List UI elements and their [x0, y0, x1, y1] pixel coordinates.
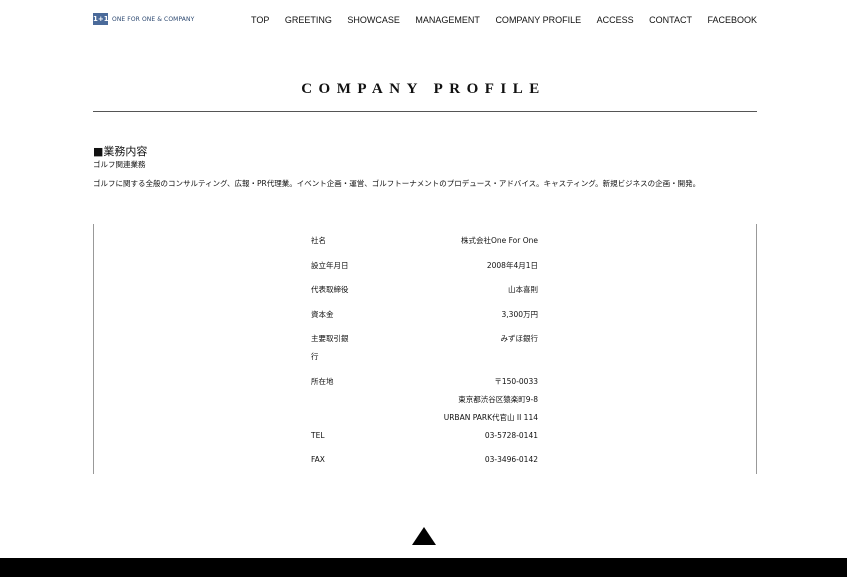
- nav-greeting[interactable]: GREETING: [285, 15, 332, 25]
- profile-value-line: 3,300万円: [501, 309, 538, 319]
- profile-value-line: 山本喜則: [508, 285, 538, 294]
- logo-mark: 1+1: [93, 13, 109, 25]
- profile-value-line: 東京都渋谷区猿楽町9-8: [458, 394, 538, 404]
- profile-value: 山本喜則: [508, 281, 538, 306]
- title-divider: [93, 111, 757, 112]
- profile-row: TEL 03-5728-0141: [311, 427, 538, 452]
- profile-label: 資本金: [311, 309, 334, 319]
- profile-value: 03-3496-0142: [485, 451, 538, 476]
- back-to-top-icon[interactable]: [412, 527, 436, 545]
- nav-contact[interactable]: CONTACT: [649, 15, 692, 25]
- profile-label: FAX: [311, 455, 325, 464]
- profile-label: 設立年月日: [311, 260, 349, 270]
- profile-label: 社名: [311, 236, 326, 245]
- business-subheading: ゴルフ関連業務: [93, 160, 146, 169]
- profile-value: 株式会社One For One: [461, 232, 538, 257]
- nav-company-profile[interactable]: COMPANY PROFILE: [495, 15, 581, 25]
- profile-value: 3,300万円: [502, 306, 538, 331]
- nav-showcase[interactable]: SHOWCASE: [347, 15, 400, 25]
- logo-text: ONE FOR ONE & COMPANY: [112, 15, 195, 23]
- profile-label: 所在地: [311, 376, 334, 386]
- nav-top[interactable]: TOP: [251, 15, 269, 25]
- business-description: ゴルフに関する全般のコンサルティング、広報・PR代理業。イベント企画・運営、ゴル…: [93, 179, 701, 188]
- business-heading: ■業務内容: [93, 145, 148, 158]
- profile-row: 設立年月日 2008年4月1日: [311, 257, 538, 282]
- profile-label: 代表取締役: [311, 285, 349, 294]
- profile-value: 03-5728-0141: [485, 427, 538, 452]
- profile-row: 代表取締役 山本喜則: [311, 281, 538, 306]
- profile-row: 社名 株式会社One For One: [311, 232, 538, 257]
- page-title: COMPANY PROFILE: [301, 81, 546, 97]
- profile-row: 主要取引銀行 みずほ銀行: [311, 330, 538, 373]
- profile-label: TEL: [311, 430, 325, 440]
- nav-access[interactable]: ACCESS: [597, 15, 634, 25]
- profile-value-line: URBAN PARK代官山 II 114: [443, 412, 538, 422]
- profile-row: 資本金 3,300万円: [311, 306, 538, 331]
- logo[interactable]: 1+1 ONE FOR ONE & COMPANY: [93, 13, 194, 25]
- profile-row: 所在地 〒150-0033 東京都渋谷区猿楽町9-8 URBAN PARK代官山 II…: [311, 373, 538, 427]
- profile-table: 社名 株式会社One For One 設立年月日 2008年4月1日代表取締役 山本喜則…: [311, 232, 538, 476]
- profile-value-line: 株式会社One For One: [460, 236, 538, 245]
- profile-value: 2008年4月1日: [487, 257, 538, 282]
- profile-row: FAX 03-3496-0142: [311, 451, 538, 476]
- profile-value-line: 〒150-0033: [494, 376, 538, 386]
- profile-value: 〒150-0033 東京都渋谷区猿楽町9-8 URBAN PARK代官山 II 11…: [444, 373, 538, 427]
- footer: [0, 558, 847, 577]
- profile-value-line: 2008年4月1日: [486, 260, 538, 270]
- profile-value: みずほ銀行: [501, 330, 539, 373]
- profile-value-line: 03-3496-0142: [484, 455, 538, 464]
- profile-value-line: みずほ銀行: [500, 334, 539, 343]
- nav-facebook[interactable]: FACEBOOK: [707, 15, 757, 25]
- profile-value-line: 03-5728-0141: [484, 430, 538, 440]
- main-nav: TOP GREETING SHOWCASE MANAGEMENT COMPANY…: [251, 15, 757, 25]
- profile-label: 主要取引銀行: [311, 334, 349, 361]
- nav-management[interactable]: MANAGEMENT: [415, 15, 480, 25]
